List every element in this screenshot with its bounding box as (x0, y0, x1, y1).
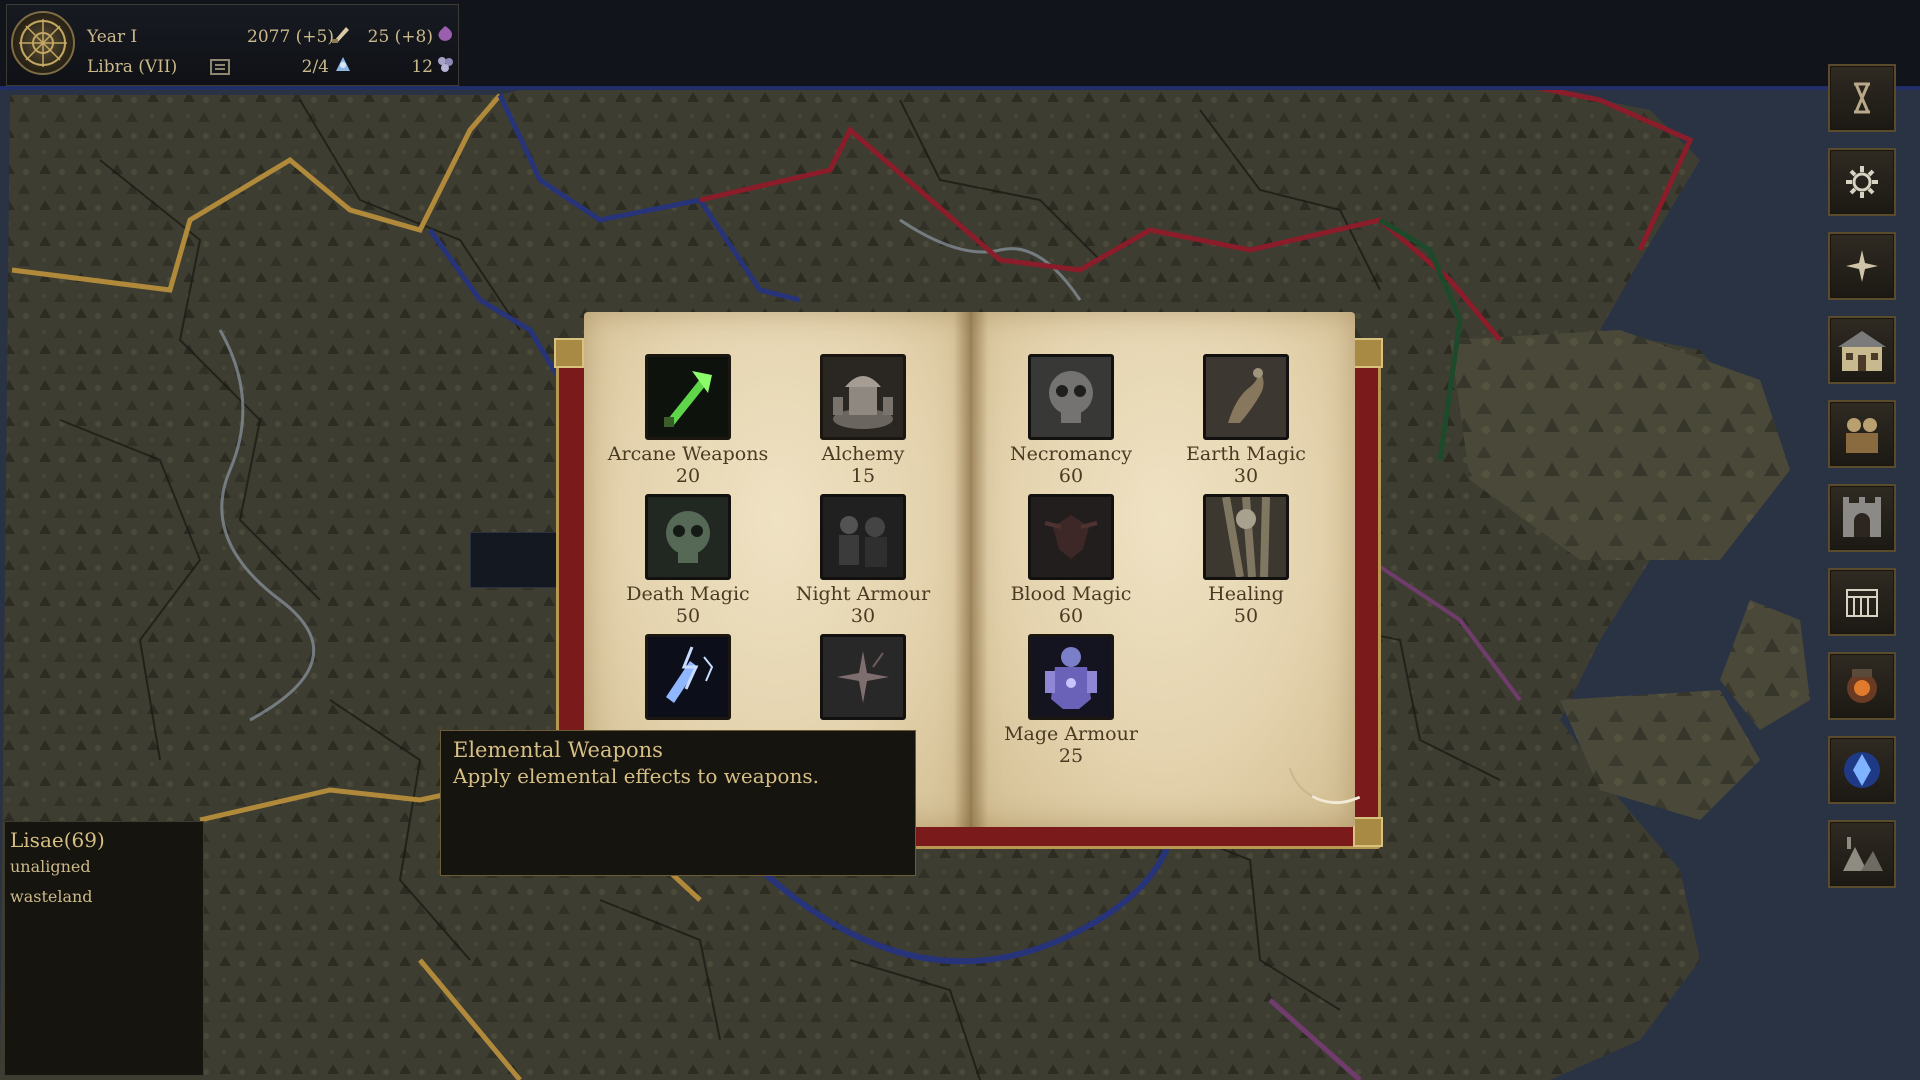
calendar-emblem-icon[interactable] (11, 11, 75, 75)
region-alignment: unaligned (10, 857, 91, 876)
forge-button[interactable] (1828, 652, 1896, 720)
encampment-button[interactable] (1828, 820, 1896, 888)
castle-button[interactable] (1828, 484, 1896, 552)
year-label: Year I (87, 27, 138, 47)
castle-gate-icon (1843, 497, 1881, 537)
calendar-button[interactable] (1828, 568, 1896, 636)
region-info-panel: Lisae(69) unaligned wasteland (4, 821, 204, 1076)
event-log-icon[interactable] (209, 56, 231, 78)
region-name: Lisae(69) (10, 828, 105, 852)
calendar-grid-icon (1846, 589, 1878, 617)
tech-necromancy[interactable]: Necromancy 60 (983, 354, 1159, 487)
end-turn-button[interactable] (1828, 64, 1896, 132)
spark-magic-icon (820, 634, 906, 720)
book-corner-ornament (1353, 817, 1383, 847)
gold-value: 2077 (+5) (247, 27, 334, 47)
arcane-weapons-icon (645, 354, 731, 440)
compass-icon (1846, 250, 1878, 282)
army-button[interactable] (1828, 400, 1896, 468)
building-icon (1838, 331, 1886, 371)
earth-magic-icon (1203, 354, 1289, 440)
mage-armour-icon (1028, 634, 1114, 720)
tech-tooltip: Elemental Weapons Apply elemental effect… (440, 730, 916, 876)
gems-icon (434, 53, 456, 75)
tech-earth-magic[interactable]: Earth Magic 30 (1158, 354, 1334, 487)
forge-icon (1847, 669, 1877, 703)
encampment-icon (1843, 837, 1883, 871)
settings-button[interactable] (1828, 148, 1896, 216)
tech-alchemy[interactable]: Alchemy 15 (775, 354, 951, 487)
tooltip-description: Apply elemental effects to weapons. (453, 764, 819, 788)
buildings-button[interactable] (1828, 316, 1896, 384)
obscured-tooltip-panel (470, 532, 562, 588)
magic-button[interactable] (1828, 736, 1896, 804)
necromancy-icon (1028, 354, 1114, 440)
night-armour-icon (820, 494, 906, 580)
tech-mage-armour[interactable]: Mage Armour 25 (983, 634, 1159, 767)
tech-elemental-weapons[interactable] (600, 634, 776, 723)
blood-magic-icon (1028, 494, 1114, 580)
zodiac-wheel-icon (19, 19, 67, 67)
center-map-button[interactable] (1828, 232, 1896, 300)
tech-night-armour[interactable]: Night Armour 30 (775, 494, 951, 627)
mana-icon (434, 23, 456, 45)
army-icon (1846, 418, 1878, 453)
crystal-icon (1844, 752, 1880, 788)
book-corner-ornament (1353, 338, 1383, 368)
death-magic-icon (645, 494, 731, 580)
tech-spark-magic[interactable] (775, 634, 951, 723)
month-label: Libra (VII) (87, 57, 178, 77)
region-terrain: wasteland (10, 887, 93, 906)
gold-icon (330, 23, 352, 45)
tech-blood-magic[interactable]: Blood Magic 60 (983, 494, 1159, 627)
tech-arcane-weapons[interactable]: Arcane Weapons 20 (600, 354, 776, 487)
alchemy-icon (820, 354, 906, 440)
healing-icon (1203, 494, 1289, 580)
elemental-weapons-icon (645, 634, 731, 720)
units-value: 2/4 (301, 57, 329, 77)
tech-death-magic[interactable]: Death Magic 50 (600, 494, 776, 627)
tech-healing[interactable]: Healing 50 (1158, 494, 1334, 627)
top-status-bar: Year I Libra (VII) 2077 (+5) 25 (+8) 2/4… (6, 4, 459, 86)
units-icon (332, 53, 354, 75)
book-corner-ornament (554, 338, 584, 368)
gear-icon (1846, 166, 1878, 198)
tooltip-title: Elemental Weapons (453, 738, 663, 762)
gems-value: 12 (411, 57, 433, 77)
mana-value: 25 (+8) (367, 27, 433, 47)
hourglass-icon (1854, 82, 1870, 114)
